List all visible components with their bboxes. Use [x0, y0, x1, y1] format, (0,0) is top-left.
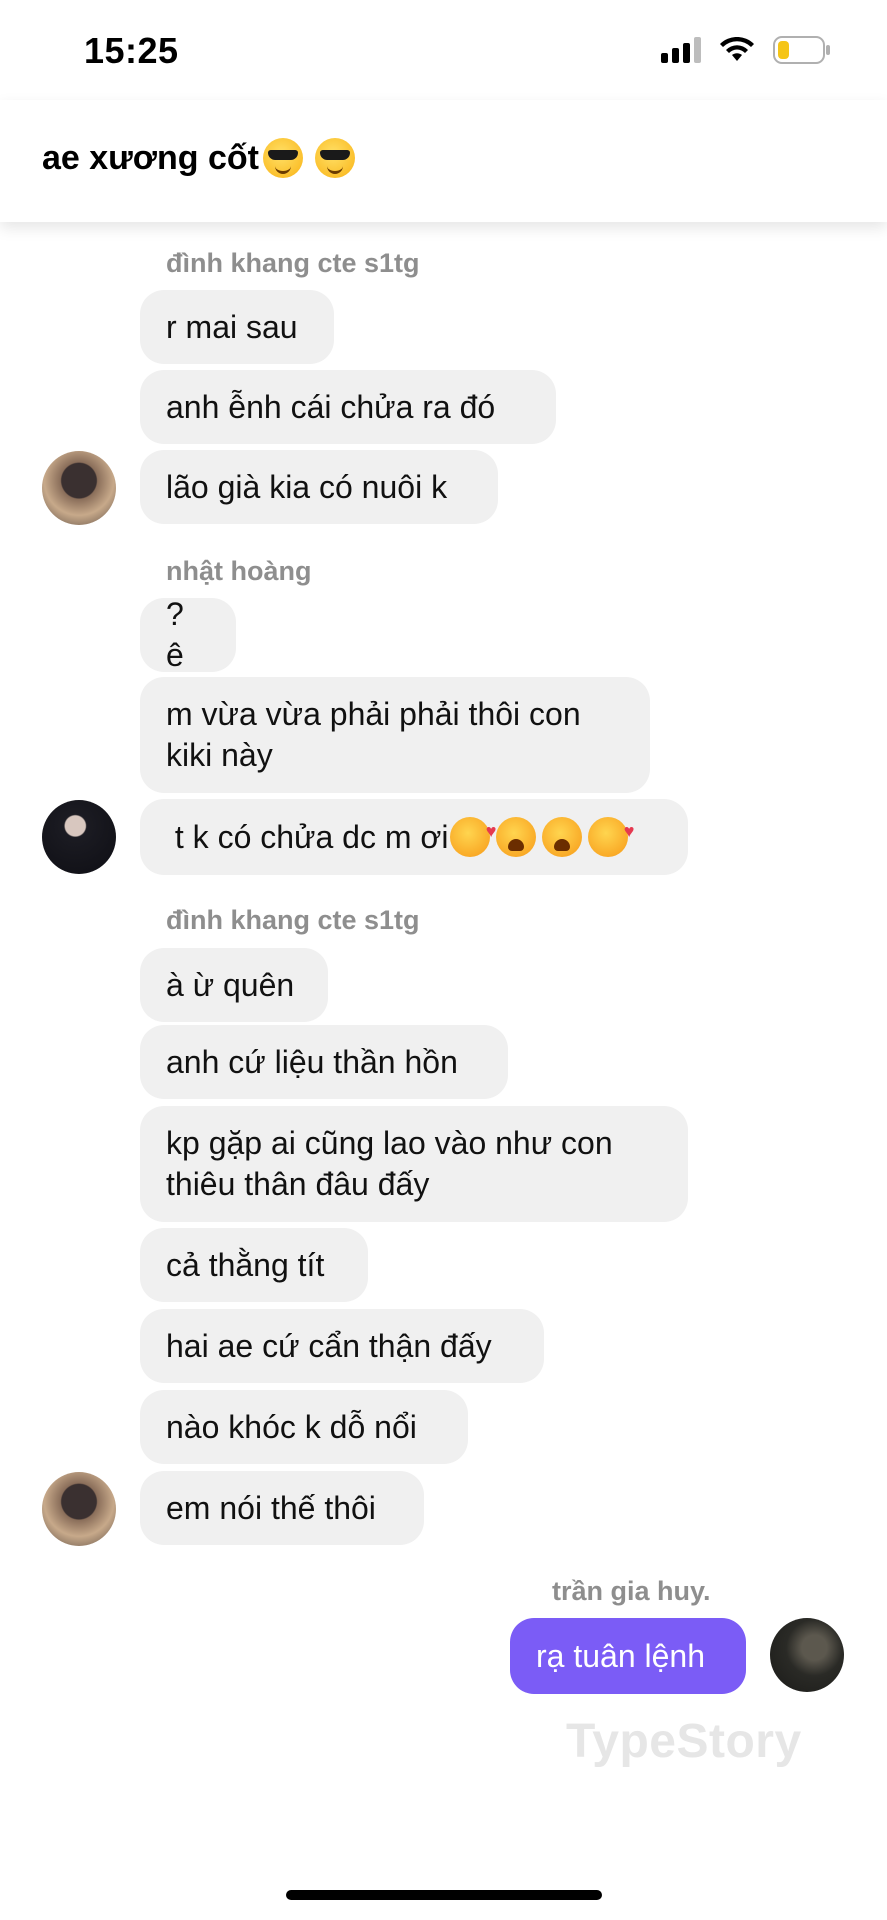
avatar[interactable]: [770, 1618, 844, 1692]
chat-title-text: ae xương cốt: [42, 138, 259, 177]
message-bubble[interactable]: anh cứ liệu thần hồn: [140, 1025, 508, 1099]
sunglasses-emoji-icon: [314, 138, 355, 178]
sunglasses-emoji-icon: [262, 138, 303, 178]
message-bubble[interactable]: em nói thế thôi: [140, 1471, 424, 1545]
wifi-icon: [720, 37, 754, 61]
battery-icon: [773, 36, 830, 64]
message-text: t k có chửa dc m ơi: [166, 818, 449, 855]
sender-name: đình khang cte s1tg: [166, 905, 420, 935]
status-icons: [661, 32, 831, 68]
status-time: 15:25: [84, 30, 179, 71]
sender-name: nhật hoàng: [166, 556, 312, 586]
message-bubble[interactable]: cả thằng tít: [140, 1228, 368, 1302]
message-bubble[interactable]: hai ae cứ cẩn thận đấy: [140, 1309, 544, 1383]
message-bubble[interactable]: nào khóc k dỗ nổi: [140, 1390, 468, 1464]
message-bubble[interactable]: anh ễnh cái chửa ra đó: [140, 370, 556, 444]
cellular-signal-icon: [661, 37, 701, 63]
weary-face-emoji-icon: [542, 817, 583, 857]
chat-title[interactable]: ae xương cốt: [42, 138, 355, 178]
avatar[interactable]: [42, 451, 116, 525]
sender-name: đình khang cte s1tg: [166, 248, 420, 278]
avatar[interactable]: [42, 800, 116, 874]
message-bubble[interactable]: kp gặp ai cũng lao vào như con thiêu thâ…: [140, 1106, 688, 1222]
weary-face-emoji-icon: [496, 817, 537, 857]
message-bubble[interactable]: ? ê: [140, 596, 236, 673]
chat-header: ae xương cốt: [0, 100, 887, 222]
message-bubble[interactable]: t k có chửa dc m ơi: [140, 799, 688, 875]
message-bubble[interactable]: lão già kia có nuôi k: [140, 450, 498, 524]
watermark: TypeStory: [566, 1715, 802, 1768]
message-bubble-outgoing[interactable]: rạ tuân lệnh: [510, 1618, 746, 1694]
sender-name: trần gia huy.: [552, 1576, 711, 1606]
smiling-face-with-hearts-emoji-icon: [450, 811, 496, 857]
message-bubble[interactable]: r mai sau: [140, 290, 334, 364]
smiling-face-with-hearts-emoji-icon: [588, 811, 634, 857]
avatar[interactable]: [42, 1472, 116, 1546]
message-bubble[interactable]: à ừ quên: [140, 948, 328, 1022]
status-bar: 15:25: [0, 0, 887, 100]
home-indicator[interactable]: [286, 1890, 602, 1900]
chat-screen: 15:25 ae xương cốt đình khang cte s1tg r…: [0, 0, 887, 1920]
message-bubble[interactable]: m vừa vừa phải phải thôi con kiki này: [140, 677, 650, 793]
